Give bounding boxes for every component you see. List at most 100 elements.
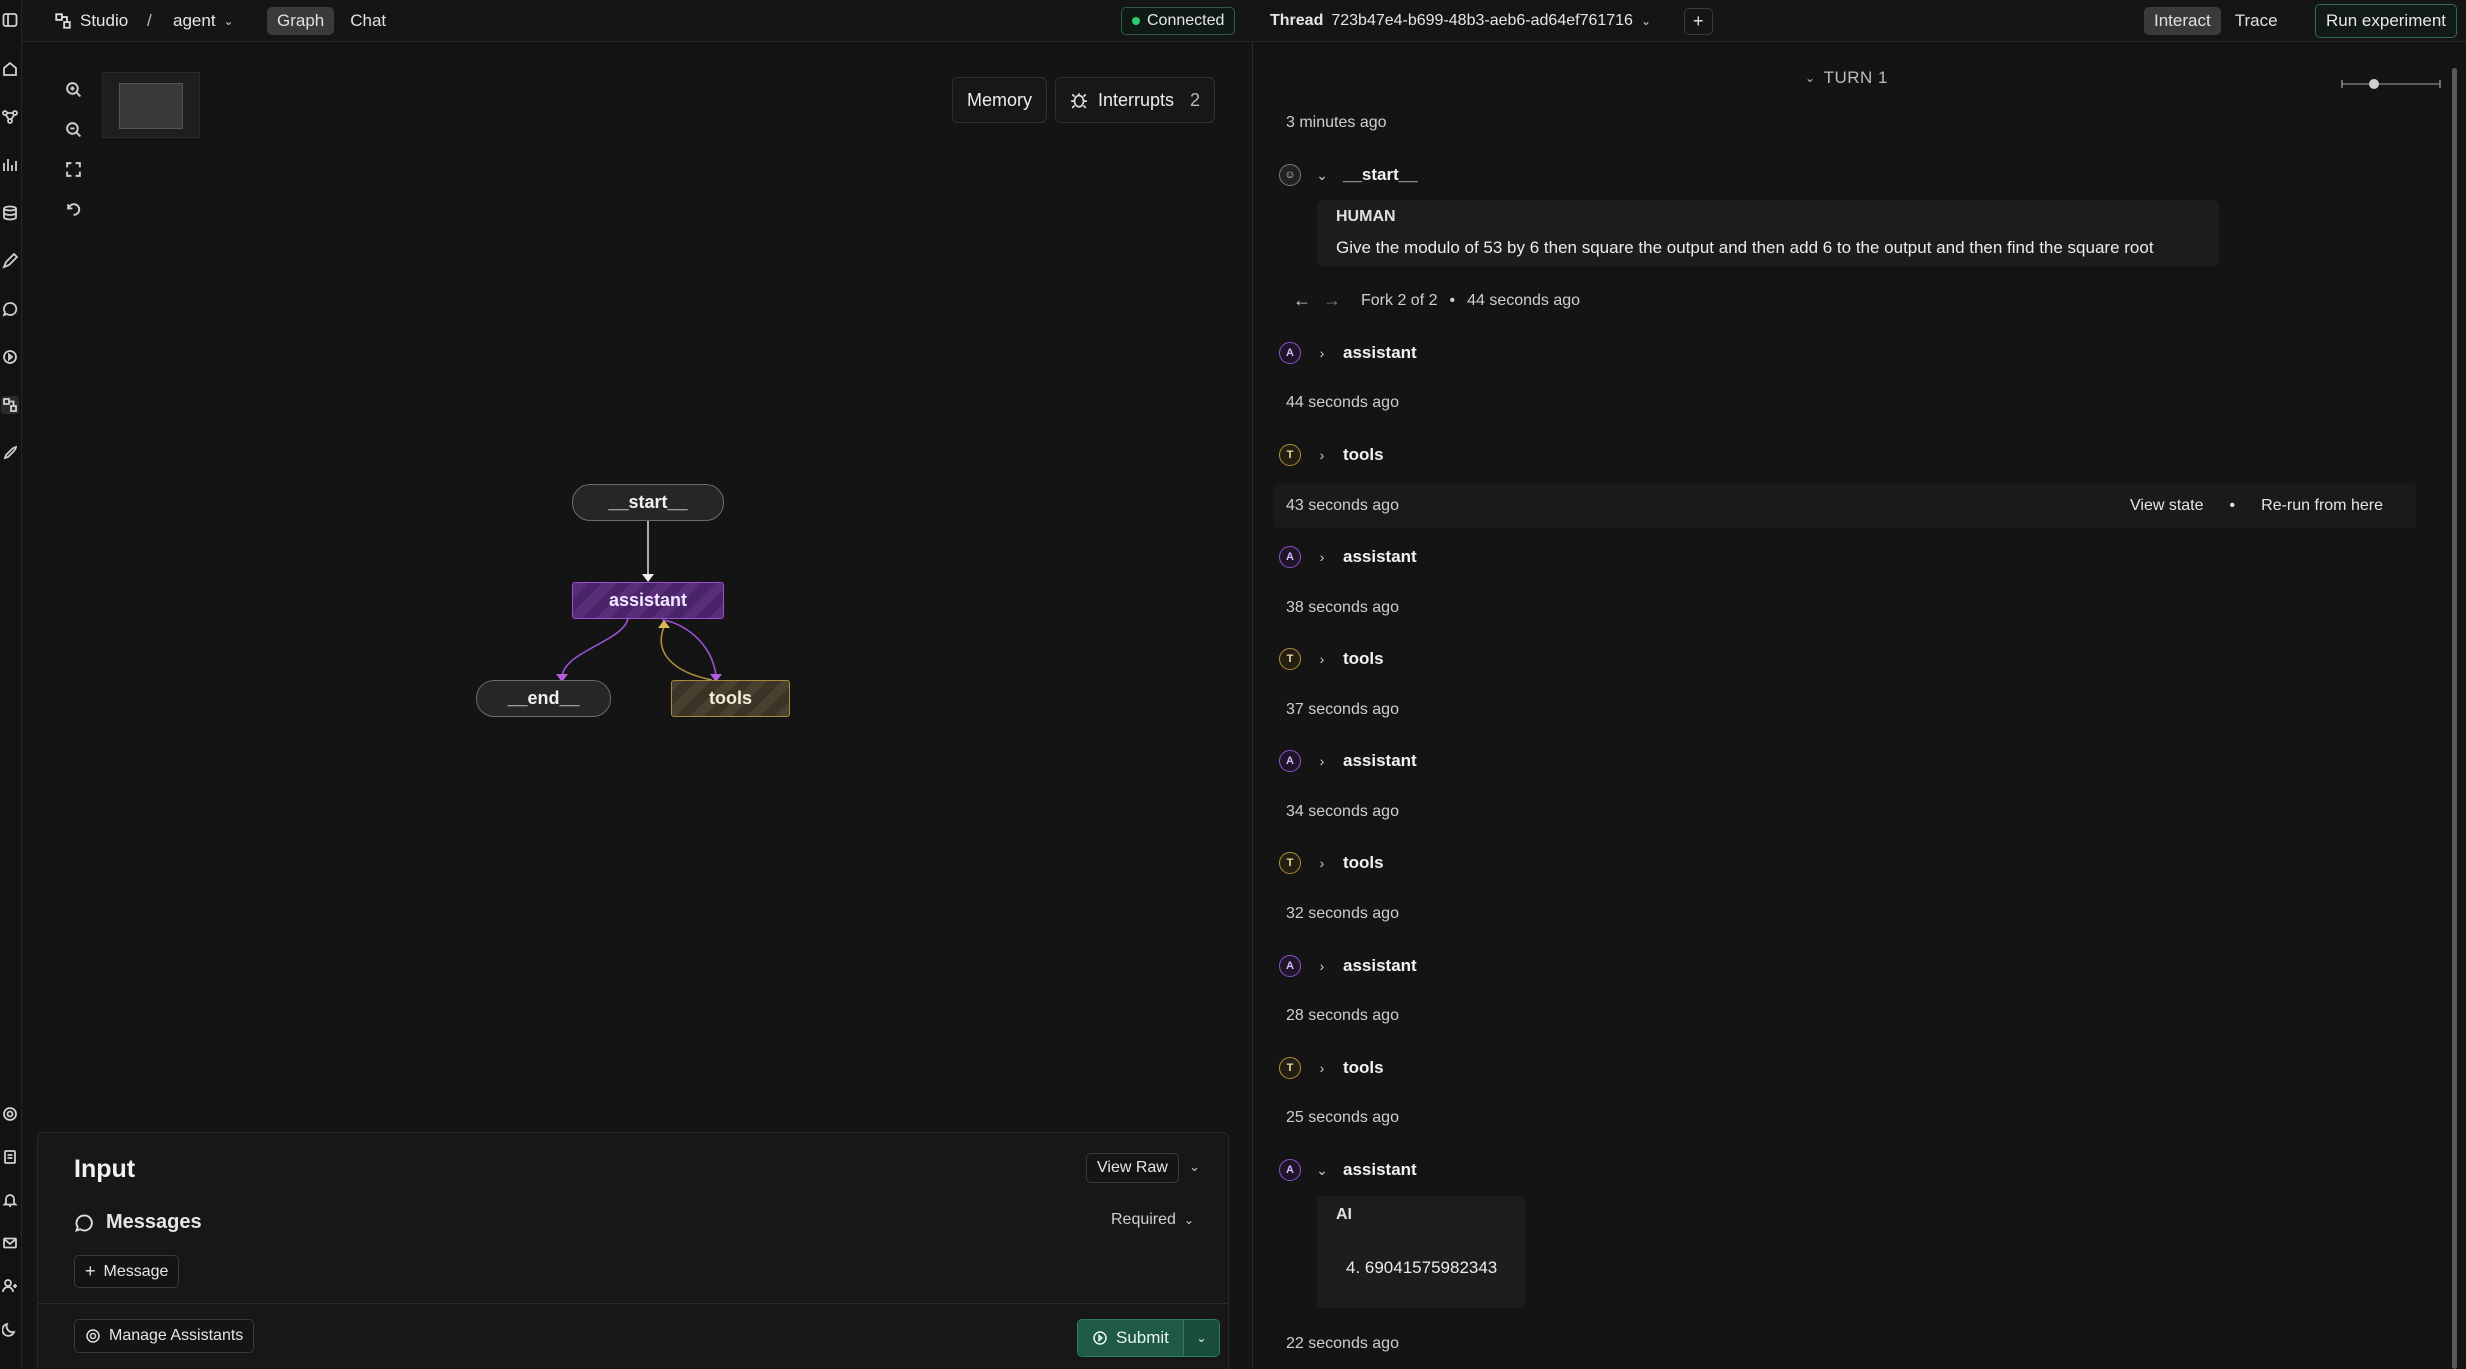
- view-raw-label: View Raw: [1097, 1159, 1168, 1176]
- step-label: tools: [1343, 649, 1384, 668]
- start-timestamp: 3 minutes ago: [1286, 114, 1387, 131]
- view-state-link[interactable]: View state: [2130, 497, 2204, 515]
- timeline-slider[interactable]: [2340, 78, 2442, 90]
- checkpoint-actions: View state • Re-run from here: [2130, 497, 2383, 515]
- step-label: tools: [1343, 445, 1384, 464]
- step-timestamp: 37 seconds ago: [1286, 701, 1399, 718]
- thread-selector[interactable]: Thread 723b47e4-b699-48b3-aeb6-ad64ef761…: [1270, 0, 1651, 42]
- required-label: Required: [1111, 1211, 1176, 1228]
- step-tools[interactable]: T › tools: [1279, 850, 1384, 876]
- step-tools[interactable]: T › tools: [1279, 442, 1384, 468]
- submit-options-button[interactable]: ⌄: [1182, 1320, 1219, 1356]
- messages-section-header: Messages: [74, 1211, 202, 1234]
- graph-nav-icon[interactable]: [1, 108, 19, 126]
- final-timestamp: 22 seconds ago: [1286, 1335, 1399, 1352]
- top-bar: Studio / agent ⌄ Graph Chat Connected Th…: [22, 0, 2466, 42]
- step-timestamp: 34 seconds ago: [1286, 803, 1399, 820]
- database-icon[interactable]: [1, 204, 19, 222]
- chevron-right-icon: ›: [1319, 958, 1325, 974]
- settings-icon[interactable]: [1, 1105, 19, 1123]
- step-timestamp: 28 seconds ago: [1286, 1007, 1399, 1024]
- submit-group: Submit ⌄: [1077, 1319, 1220, 1357]
- add-message-label: Message: [103, 1262, 169, 1280]
- breadcrumb-separator: /: [147, 11, 152, 30]
- fork-bullet: •: [1449, 291, 1456, 309]
- human-message[interactable]: HUMAN Give the modulo of 53 by 6 then sq…: [1317, 200, 2219, 266]
- assistant-avatar-icon: A: [1279, 342, 1301, 364]
- step-label: assistant: [1343, 1160, 1417, 1179]
- step-tools[interactable]: T › tools: [1279, 646, 1384, 672]
- studio-label: Studio: [80, 11, 129, 30]
- ai-message[interactable]: AI 4. 69041575982343: [1317, 1196, 1526, 1308]
- turn-header[interactable]: ⌄ TURN 1: [1805, 68, 1888, 88]
- chevron-right-icon: ›: [1319, 345, 1325, 361]
- chevron-down-icon: ⌄: [1805, 71, 1816, 85]
- step-assistant-expanded[interactable]: A ⌄ assistant: [1279, 1157, 1417, 1183]
- step-assistant[interactable]: A › assistant: [1279, 748, 1417, 774]
- new-thread-button[interactable]: +: [1684, 0, 1713, 42]
- ai-message-text: 4. 69041575982343: [1346, 1258, 1498, 1277]
- tab-graph[interactable]: Graph: [267, 7, 335, 35]
- bell-icon[interactable]: [1, 1191, 19, 1209]
- sidebar-toggle-icon[interactable]: [1, 11, 19, 29]
- thread-scrollbar[interactable]: [2452, 68, 2457, 1369]
- step-timestamp: 32 seconds ago: [1286, 905, 1399, 922]
- play-circle-icon[interactable]: [1, 348, 19, 366]
- pencil-icon[interactable]: [1, 252, 19, 270]
- step-start[interactable]: ☺ ⌄ __start__: [1279, 162, 1418, 188]
- view-raw-button[interactable]: View Raw: [1086, 1153, 1179, 1183]
- run-experiment-button[interactable]: Run experiment: [2315, 4, 2458, 38]
- tab-interact[interactable]: Interact: [2144, 7, 2221, 35]
- step-label: assistant: [1343, 751, 1417, 770]
- arrow-left-icon[interactable]: ←: [1293, 290, 1311, 311]
- node-tools[interactable]: tools: [671, 680, 790, 717]
- tab-chat[interactable]: Chat: [340, 7, 396, 35]
- manage-assistants-button[interactable]: Manage Assistants: [74, 1319, 255, 1353]
- gear-icon: [86, 1329, 100, 1343]
- submit-button[interactable]: Submit: [1078, 1320, 1183, 1356]
- step-timestamp: 25 seconds ago: [1286, 1109, 1399, 1126]
- step-assistant[interactable]: A › assistant: [1279, 340, 1417, 366]
- fork-navigator: ← → Fork 2 of 2 • 44 seconds ago: [1293, 290, 1580, 311]
- node-assistant[interactable]: assistant: [572, 582, 724, 619]
- step-timestamp: 43 seconds ago: [1286, 497, 1399, 514]
- slider-thumb: [2369, 79, 2379, 89]
- chevron-down-icon[interactable]: ⌄: [1189, 1159, 1200, 1175]
- home-icon[interactable]: [1, 60, 19, 78]
- mail-icon[interactable]: [1, 1234, 19, 1252]
- add-message-button[interactable]: + Message: [74, 1255, 180, 1288]
- required-dropdown[interactable]: Required ⌄: [1101, 1206, 1204, 1234]
- arrow-right-icon[interactable]: →: [1323, 290, 1341, 311]
- studio-icon[interactable]: [1, 396, 19, 414]
- step-label: tools: [1343, 1058, 1384, 1077]
- assistant-avatar-icon: A: [1279, 750, 1301, 772]
- ai-role-label: AI: [1336, 1206, 1352, 1223]
- chevron-right-icon: ›: [1319, 447, 1325, 463]
- plus-icon: +: [1684, 7, 1713, 35]
- step-assistant[interactable]: A › assistant: [1279, 953, 1417, 979]
- studio-breadcrumb[interactable]: Studio: [54, 0, 128, 42]
- step-tools[interactable]: T › tools: [1279, 1055, 1384, 1081]
- docs-icon[interactable]: [1, 1148, 19, 1166]
- chart-icon[interactable]: [1, 156, 19, 174]
- step-assistant[interactable]: A › assistant: [1279, 544, 1417, 570]
- node-start[interactable]: __start__: [572, 484, 724, 521]
- user-add-icon[interactable]: [1, 1277, 19, 1295]
- chat-bubble-icon[interactable]: [1, 300, 19, 318]
- plus-icon: +: [85, 1261, 96, 1281]
- chat-bubble-icon: [74, 1214, 93, 1232]
- rocket-icon[interactable]: [1, 444, 19, 462]
- status-dot: [1132, 17, 1140, 25]
- chevron-right-icon: ›: [1319, 855, 1325, 871]
- input-panel: Input View Raw ⌄ Messages Required ⌄ + M…: [37, 1132, 1229, 1369]
- tab-trace[interactable]: Trace: [2225, 7, 2288, 35]
- node-end[interactable]: __end__: [476, 680, 611, 717]
- chevron-down-icon: ⌄: [1640, 14, 1652, 28]
- chevron-right-icon: ›: [1319, 651, 1325, 667]
- moon-icon[interactable]: [1, 1320, 19, 1338]
- step-label: assistant: [1343, 956, 1417, 975]
- chevron-down-icon: ⌄: [1183, 1213, 1194, 1227]
- rerun-link[interactable]: Re-run from here: [2261, 497, 2383, 515]
- agent-selector[interactable]: agent ⌄: [173, 0, 234, 42]
- input-title: Input: [74, 1155, 136, 1183]
